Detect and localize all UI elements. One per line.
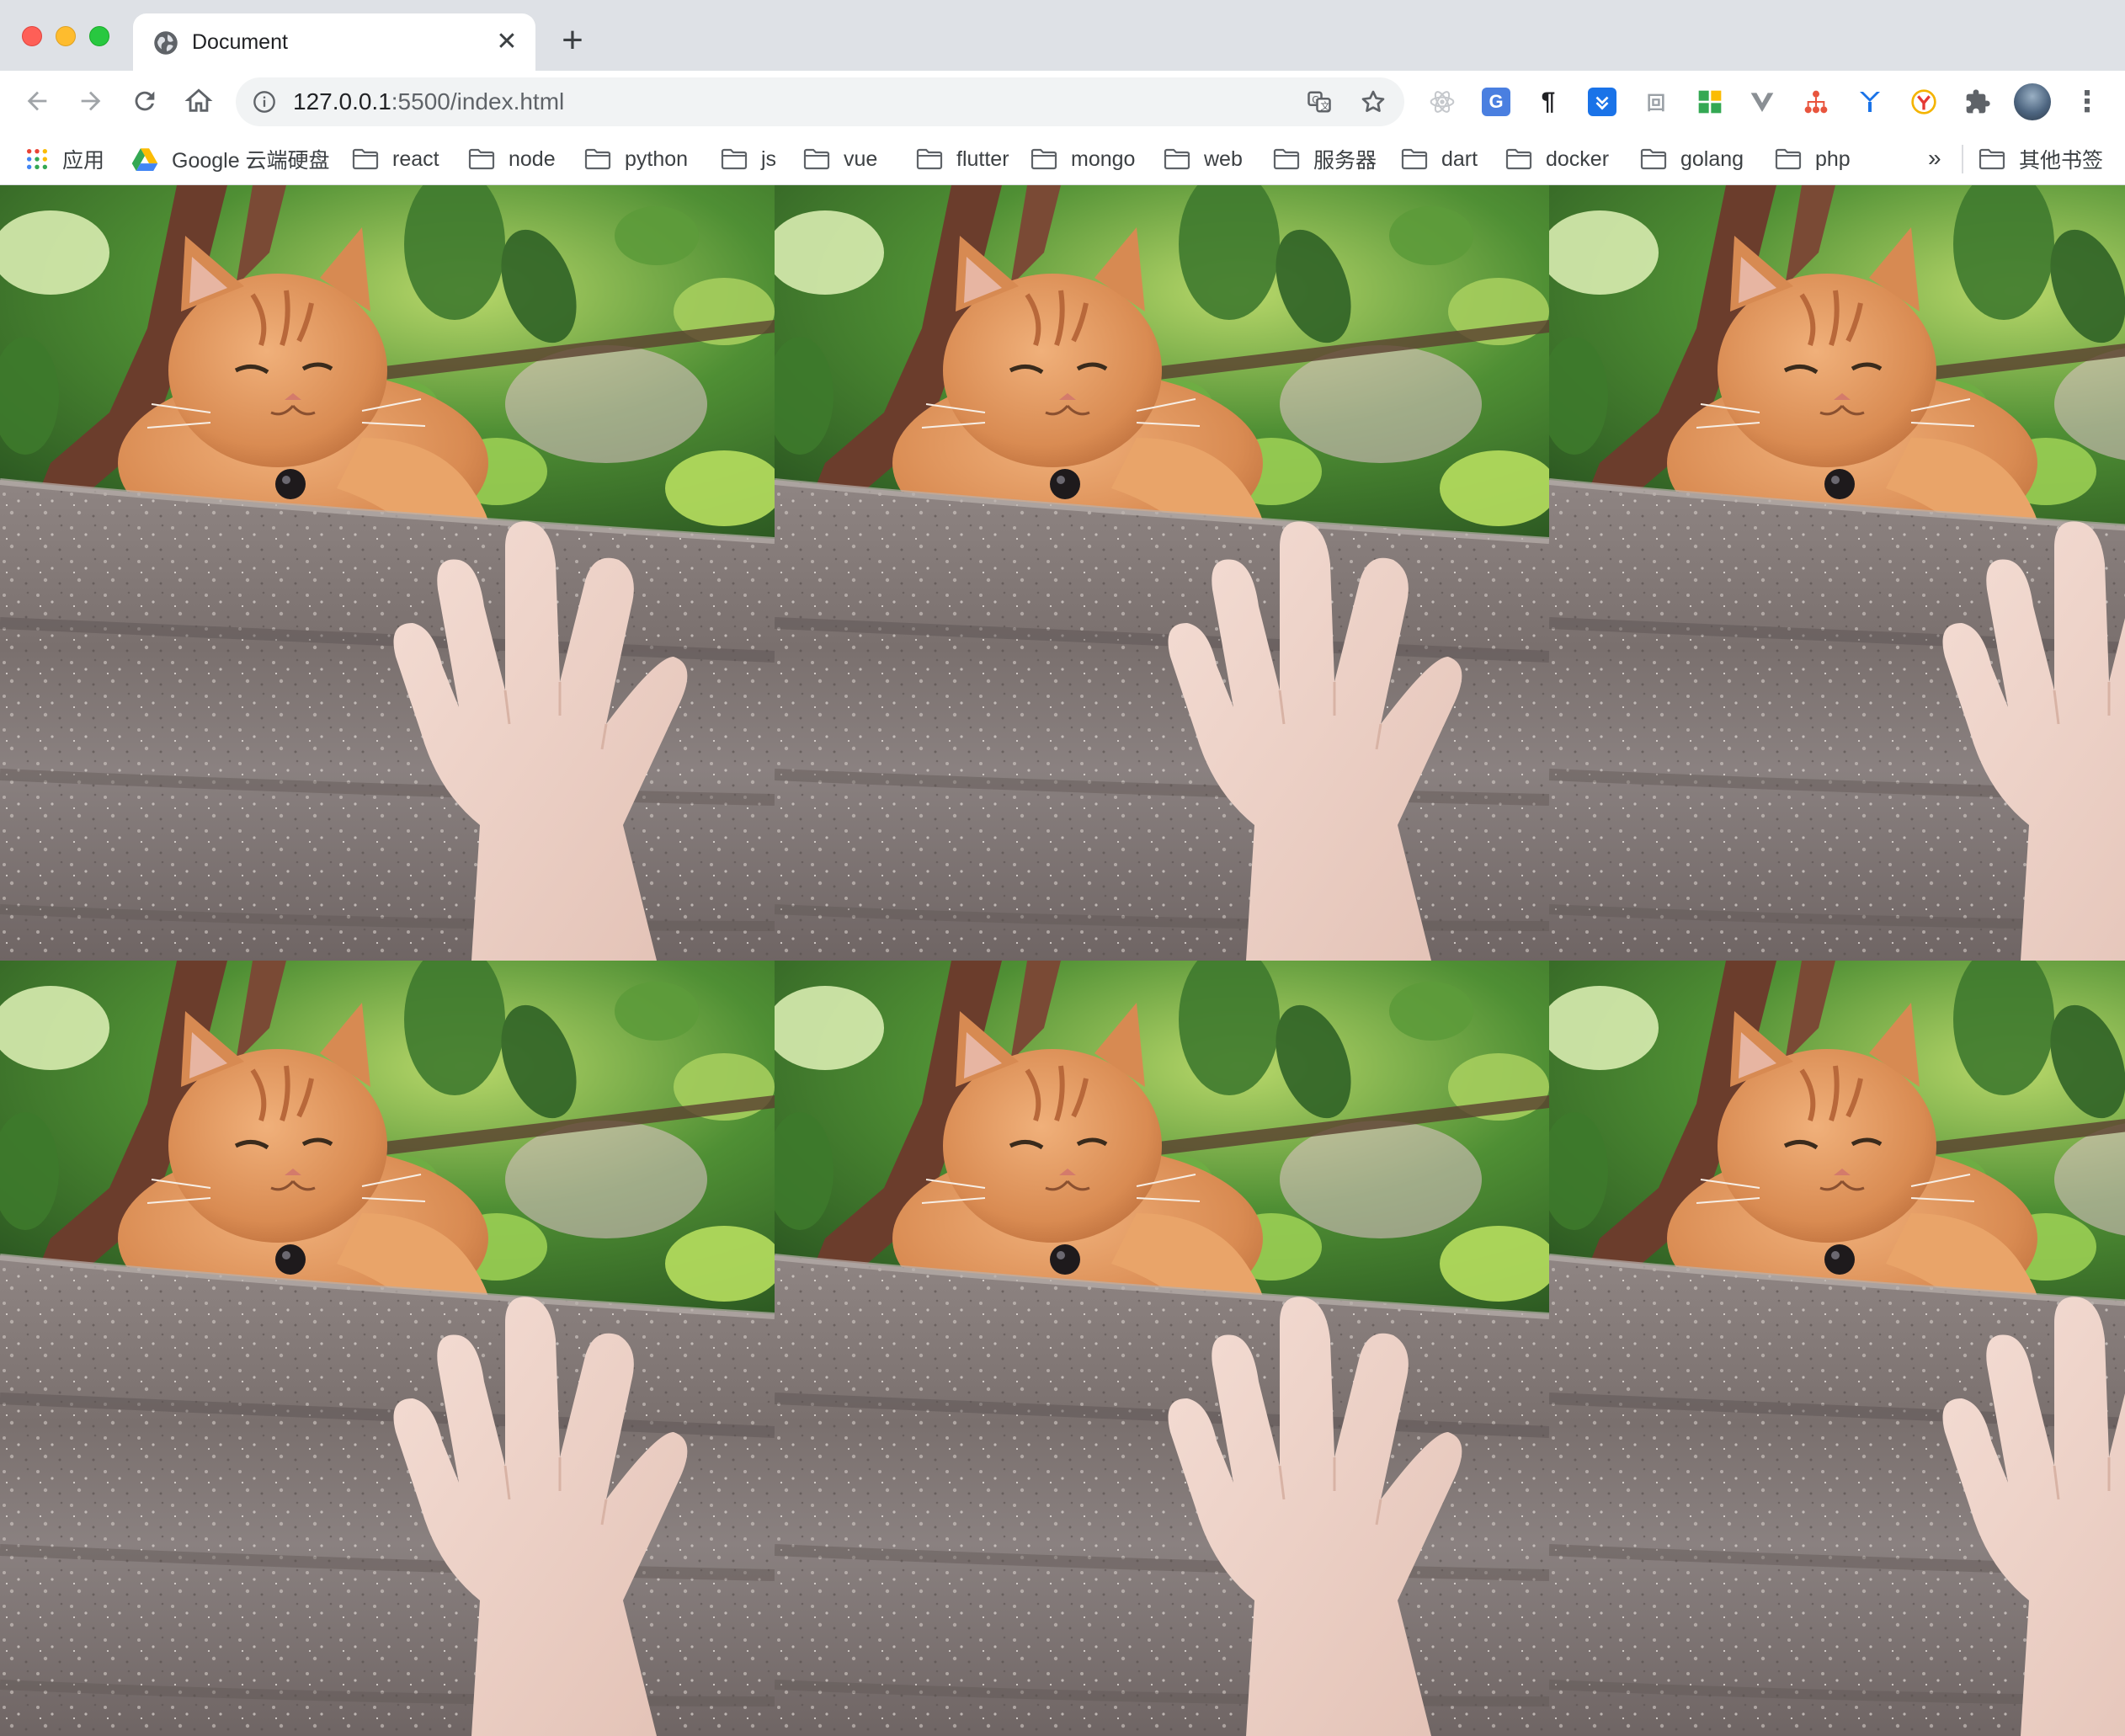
translate-icon[interactable]: G文	[1305, 88, 1334, 116]
extensions-puzzle-icon[interactable]	[1963, 88, 1992, 116]
bookmark-folder-1[interactable]: react	[352, 143, 439, 175]
google-drive-icon	[131, 148, 158, 171]
bookmark-star-icon[interactable]	[1359, 88, 1387, 116]
minimize-window-button[interactable]	[56, 26, 76, 46]
globe-icon	[154, 31, 178, 55]
bookmark-label: mongo	[1071, 146, 1136, 171]
cat-photo-tile	[775, 961, 1549, 1736]
bookmark-label: node	[509, 146, 556, 171]
bookmark-apps[interactable]: 应用	[25, 143, 104, 175]
folder-icon	[721, 148, 748, 170]
bookmark-folder-9[interactable]: 服务器	[1273, 143, 1377, 175]
cat-photo-tile	[0, 961, 775, 1736]
bookmark-folder-2[interactable]: node	[468, 143, 556, 175]
bookmark-label: react	[392, 146, 439, 171]
bookmark-folder-11[interactable]: docker	[1505, 143, 1609, 175]
forward-button[interactable]	[72, 83, 109, 120]
bookmark-folder-13[interactable]: php	[1775, 143, 1851, 175]
reload-icon	[135, 91, 155, 111]
title-bar: Document ✕ +	[0, 0, 2125, 71]
bookmark-label: vue	[844, 146, 878, 171]
bookmarks-divider	[1962, 145, 1963, 173]
url-path: :5500/index.html	[391, 88, 565, 114]
bookmark-label: dart	[1441, 146, 1478, 171]
sitemap-ext-icon[interactable]	[1802, 88, 1830, 116]
folder-icon	[803, 148, 830, 170]
cat-photo-tile	[775, 185, 1549, 961]
bookmark-label: Google 云端硬盘	[172, 149, 330, 173]
bookmark-label: 服务器	[1313, 149, 1377, 173]
folder-icon	[1164, 148, 1190, 170]
bookmark-label: web	[1204, 146, 1243, 171]
bookmark-label: docker	[1546, 146, 1610, 171]
active-tab[interactable]: Document ✕	[133, 13, 535, 71]
bookmark-folder-3[interactable]: python	[584, 143, 688, 175]
bookmark-label: 其他书签	[2019, 149, 2104, 173]
folder-icon	[1640, 148, 1667, 170]
back-button[interactable]	[19, 83, 56, 120]
bookmark-label: php	[1815, 146, 1851, 171]
svg-text:文: 文	[1320, 100, 1329, 112]
back-arrow-icon	[27, 91, 47, 111]
yapi-ext-icon[interactable]	[1856, 88, 1884, 116]
bookmark-label: python	[625, 146, 689, 171]
folder-icon	[1505, 148, 1532, 170]
react-devtools-icon[interactable]	[1428, 88, 1457, 116]
bookmark-label: golang	[1680, 146, 1744, 171]
bookmark-label: js	[761, 146, 777, 171]
folder-icon	[1031, 148, 1057, 170]
bookmark-google-drive[interactable]: Google 云端硬盘	[131, 143, 330, 175]
folder-icon	[916, 148, 943, 170]
bookmark-other[interactable]: 其他书签	[1979, 143, 2103, 175]
folder-icon	[352, 148, 379, 170]
qr-ext-icon[interactable]: 回	[1642, 88, 1670, 116]
folder-icon	[1273, 148, 1300, 170]
bookmark-label: 应用	[62, 149, 105, 173]
page-content	[0, 185, 2125, 1736]
download-ext-icon[interactable]	[1588, 88, 1616, 116]
home-button[interactable]	[180, 83, 217, 120]
bookmark-folder-4[interactable]: js	[721, 143, 776, 175]
pilcrow-ext-icon[interactable]: ¶	[1534, 88, 1563, 116]
url-text: 127.0.0.1:5500/index.html	[293, 88, 564, 116]
folder-icon	[468, 148, 495, 170]
color-wheel-ext-icon[interactable]	[1909, 88, 1938, 116]
site-info-icon[interactable]	[253, 90, 276, 114]
home-icon	[184, 88, 213, 112]
maximize-window-button[interactable]	[89, 26, 109, 46]
cat-photo-tile	[0, 185, 775, 961]
bookmark-label: flutter	[956, 146, 1009, 171]
bookmarks-overflow-button[interactable]: »	[1928, 143, 1941, 173]
forward-arrow-icon	[81, 91, 101, 111]
new-tab-button[interactable]: +	[556, 22, 589, 59]
profile-avatar[interactable]	[2014, 83, 2051, 120]
bookmark-folder-5[interactable]: vue	[803, 143, 877, 175]
bookmark-folder-10[interactable]: dart	[1401, 143, 1478, 175]
bookmark-folder-8[interactable]: web	[1164, 143, 1243, 175]
folder-icon	[1979, 148, 2005, 170]
google-translate-ext-icon[interactable]: G	[1482, 88, 1510, 116]
bookmark-folder-6[interactable]: flutter	[916, 143, 1009, 175]
cat-photo-tile	[1549, 961, 2125, 1736]
menu-kebab-icon[interactable]: ⋮	[2073, 86, 2101, 118]
folder-icon	[584, 148, 611, 170]
bookmark-folder-7[interactable]: mongo	[1031, 143, 1135, 175]
bookmark-folder-12[interactable]: golang	[1640, 143, 1744, 175]
vue-devtools-icon[interactable]	[1748, 88, 1776, 116]
close-window-button[interactable]	[22, 26, 42, 46]
address-bar[interactable]: 127.0.0.1:5500/index.html G文	[236, 77, 1404, 126]
folder-icon	[1401, 148, 1428, 170]
url-host: 127.0.0.1	[293, 88, 391, 114]
bookmarks-bar: 应用 Google 云端硬盘 react node python js vue flutt…	[0, 133, 2125, 185]
grid-ext-icon[interactable]	[1696, 88, 1724, 116]
apps-grid-icon	[26, 148, 48, 170]
reload-button[interactable]	[126, 83, 163, 120]
tab-close-icon[interactable]: ✕	[493, 29, 520, 56]
folder-icon	[1775, 148, 1802, 170]
cat-photo-tile	[1549, 185, 2125, 961]
toolbar: 127.0.0.1:5500/index.html G文 G ¶ 回 ⋮	[0, 71, 2125, 133]
tab-title: Document	[192, 30, 288, 54]
